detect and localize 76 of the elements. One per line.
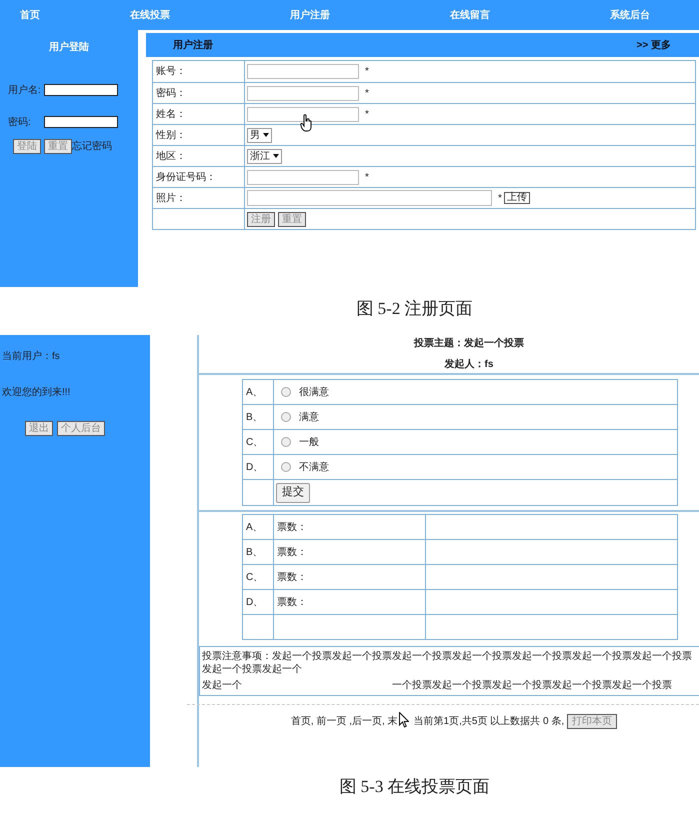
- username-field[interactable]: [44, 84, 118, 96]
- text-field[interactable]: [247, 106, 359, 122]
- text-field[interactable]: [247, 86, 359, 100]
- field-label: 密码:: [8, 116, 32, 130]
- dropdown[interactable]: 浙江: [247, 148, 282, 164]
- section-title: 用户注册: [173, 38, 213, 52]
- notice-text: 投票注意事项：发起一个投票发起一个投票发起一个投票发起一个投票发起一个投票发起一个投票发起一个投票发起一个投票发起一个: [202, 650, 693, 676]
- option-letter: A、: [246, 520, 263, 534]
- radio-button[interactable]: [281, 437, 291, 447]
- hand-cursor-icon: [300, 114, 313, 132]
- field-label: 用户名:: [8, 84, 40, 98]
- field-label: 身份证号码：: [156, 170, 216, 184]
- vote-title: 投票主题：发起一个投票: [414, 336, 524, 351]
- welcome-message: 欢迎您的到来!!!: [1, 386, 72, 400]
- caret-icon: [263, 133, 269, 137]
- field-label: 密码：: [156, 86, 186, 100]
- option-letter: A、: [246, 386, 263, 400]
- pagination-links[interactable]: 首页, 前一页 ,后一页, 末: [290, 714, 398, 729]
- option-letter: D、: [246, 596, 264, 610]
- more-link[interactable]: >> 更多: [636, 38, 671, 52]
- option-label: 不满意: [299, 460, 329, 474]
- field-label: 照片：: [156, 192, 186, 206]
- nav-link[interactable]: 用户注册: [290, 8, 330, 22]
- option-letter: D、: [246, 460, 264, 474]
- notice-text: 一个投票发起一个投票发起一个投票发起一个投票发起一个投票: [392, 679, 672, 692]
- required-mark: *: [365, 65, 369, 79]
- option-label: 一般: [299, 436, 319, 450]
- required-mark: *: [365, 86, 369, 100]
- file-path-field[interactable]: [247, 190, 492, 206]
- nav-link[interactable]: 首页: [20, 8, 40, 22]
- vote-count-label: 票数：: [277, 596, 307, 610]
- current-user-label: 当前用户：fs: [1, 350, 61, 364]
- option-label: 很满意: [299, 386, 329, 400]
- text-field[interactable]: [247, 170, 359, 184]
- option-label: 满意: [299, 410, 319, 424]
- vote-count-label: 票数：: [277, 520, 307, 534]
- form-button[interactable]: 注册: [247, 212, 275, 226]
- text-field[interactable]: [247, 64, 359, 79]
- print-button[interactable]: 打印本页: [567, 714, 618, 729]
- sidebar-button[interactable]: 退出: [25, 421, 53, 436]
- figure-caption: 图 5-2 注册页面: [355, 298, 474, 320]
- caret-icon: [273, 154, 279, 158]
- vote-initiator: 发起人：fs: [444, 358, 494, 372]
- vote-count-label: 票数：: [277, 570, 307, 584]
- login-button[interactable]: 登陆: [13, 139, 41, 154]
- nav-link[interactable]: 在线投票: [130, 8, 170, 22]
- option-letter: B、: [246, 410, 263, 424]
- field-label: 性别：: [156, 128, 186, 142]
- password-field[interactable]: [44, 116, 118, 128]
- required-mark: *: [365, 108, 369, 122]
- radio-button[interactable]: [281, 412, 291, 422]
- radio-button[interactable]: [281, 387, 291, 397]
- field-label: 姓名：: [156, 108, 186, 122]
- upload-button[interactable]: 上传: [504, 192, 530, 204]
- notice-text: 发起一个: [202, 679, 242, 692]
- radio-button[interactable]: [281, 462, 291, 472]
- login-button[interactable]: 重置: [44, 139, 72, 154]
- required-mark: *: [498, 192, 502, 206]
- sidebar-button[interactable]: 个人后台: [57, 421, 105, 436]
- panel-title: 用户登陆: [48, 40, 90, 55]
- option-letter: C、: [246, 436, 264, 450]
- vote-count-label: 票数：: [277, 546, 307, 560]
- form-button[interactable]: 重置: [278, 212, 306, 226]
- field-label: 账号：: [156, 64, 186, 79]
- option-letter: C、: [246, 570, 264, 584]
- dropdown[interactable]: 男: [247, 128, 272, 142]
- field-label: 地区：: [156, 150, 186, 164]
- figure-caption: 图 5-3 在线投票页面: [338, 776, 491, 798]
- option-letter: B、: [246, 546, 263, 560]
- required-mark: *: [365, 170, 369, 184]
- nav-link[interactable]: 系统后台: [610, 8, 650, 22]
- forgot-password-link[interactable]: 忘记密码: [72, 139, 112, 154]
- pointer-cursor-icon: [399, 712, 409, 728]
- pagination-status: 当前第1页,共5页 以上数据共 0 条,: [414, 714, 564, 729]
- nav-link[interactable]: 在线留言: [450, 8, 490, 22]
- submit-button[interactable]: 提交: [276, 482, 310, 502]
